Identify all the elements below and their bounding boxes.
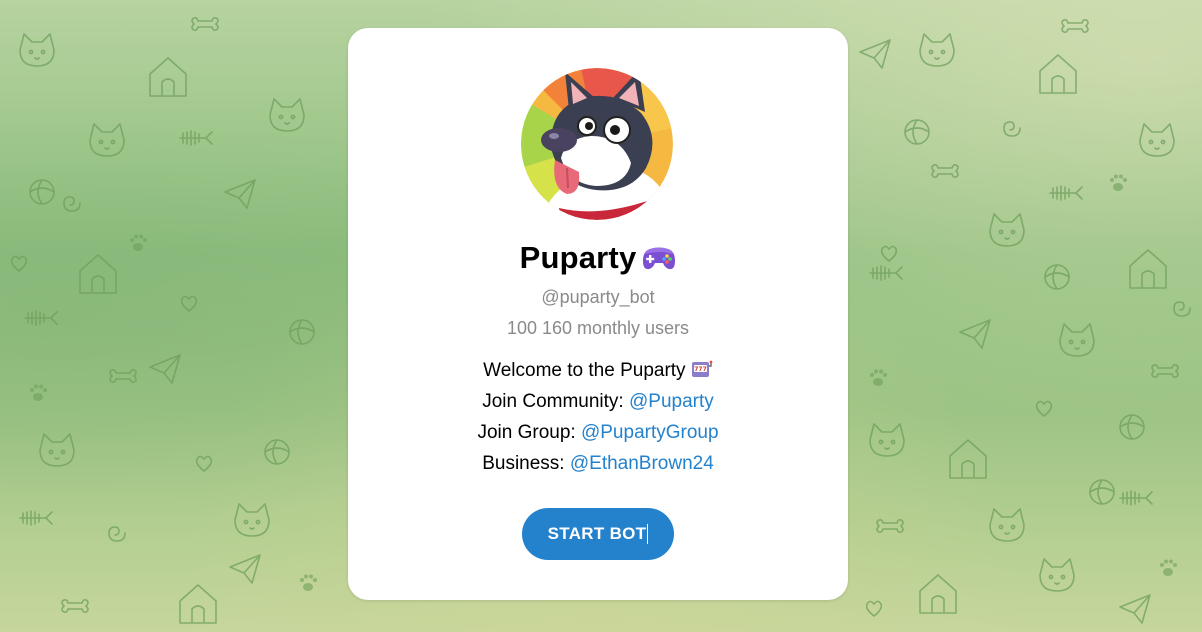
start-bot-label: START BOT xyxy=(547,524,647,543)
svg-text:777: 777 xyxy=(694,366,707,373)
business-link[interactable]: @EthanBrown24 xyxy=(570,453,714,474)
group-link[interactable]: @PupartyGroup xyxy=(581,422,719,443)
bot-name: Puparty xyxy=(519,240,637,275)
welcome-text: Welcome to the Puparty xyxy=(483,360,686,381)
business-line: Business: @EthanBrown24 xyxy=(348,448,848,479)
bot-username: @puparty_bot xyxy=(541,287,655,307)
welcome-line: Welcome to the Puparty 777 xyxy=(348,355,848,386)
monthly-users-count: 100 160 monthly users xyxy=(506,318,690,338)
start-bot-button[interactable]: START BOT xyxy=(522,508,674,560)
bot-title-row: Puparty xyxy=(348,240,848,276)
community-line: Join Community: @Puparty xyxy=(348,386,848,417)
bot-description: Welcome to the Puparty 777 Join Communit… xyxy=(348,355,848,479)
slot-machine-icon: 777 xyxy=(691,357,713,377)
bot-info-card: Puparty @puparty_bot 100 160 monthly use… xyxy=(348,28,848,600)
community-link[interactable]: @Puparty xyxy=(629,391,714,412)
business-label: Business: xyxy=(482,453,565,474)
text-cursor xyxy=(647,524,649,544)
community-label: Join Community: xyxy=(482,391,624,412)
group-label: Join Group: xyxy=(477,422,576,443)
bot-avatar xyxy=(521,68,673,220)
group-line: Join Group: @PupartyGroup xyxy=(348,417,848,448)
gamepad-icon xyxy=(642,245,676,271)
